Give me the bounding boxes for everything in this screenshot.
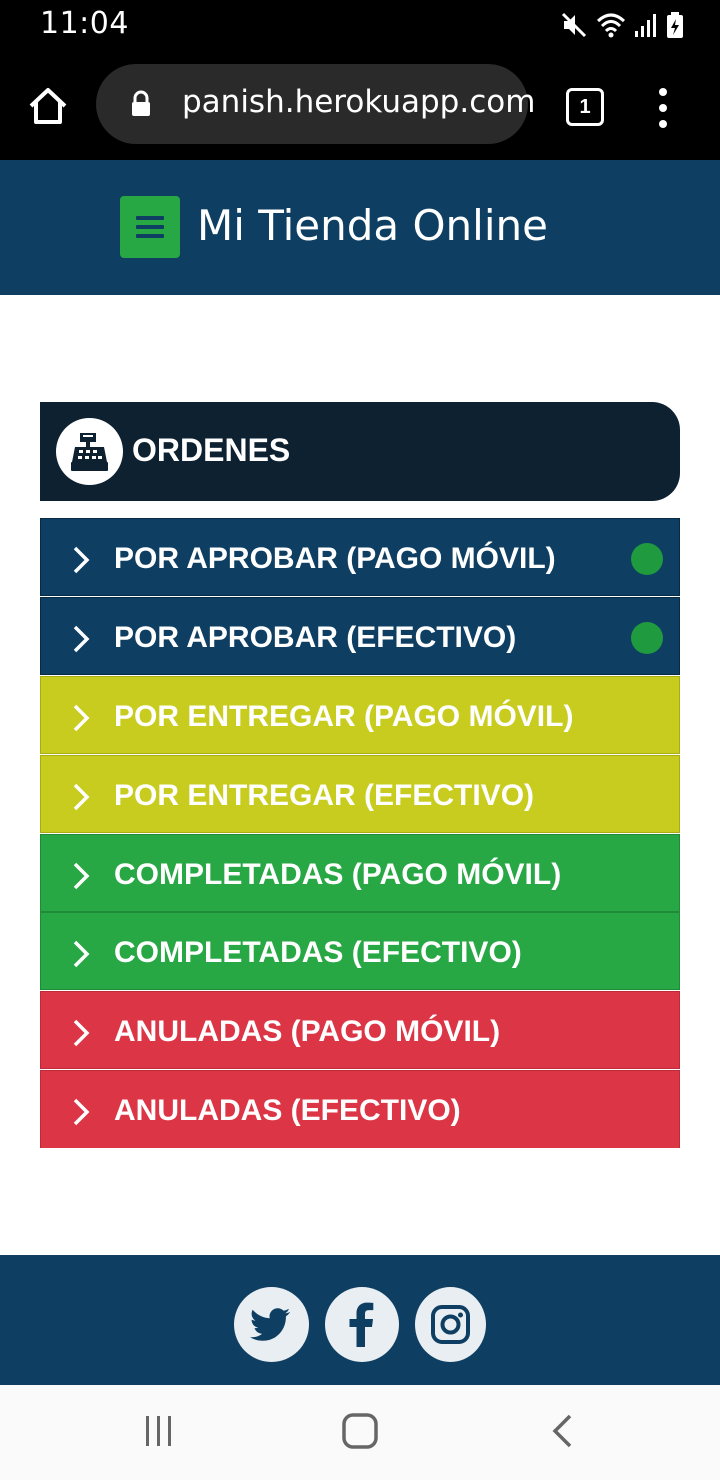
order-row[interactable]: ANULADAS (EFECTIVO)	[40, 1070, 680, 1148]
instagram-icon	[431, 1305, 470, 1344]
orders-header: ORDENES	[40, 402, 680, 501]
order-row[interactable]: POR ENTREGAR (PAGO MÓVIL)	[40, 676, 680, 754]
twitter-link[interactable]	[234, 1287, 309, 1362]
chevron-right-icon	[73, 783, 90, 811]
cash-register-icon-badge	[56, 418, 123, 485]
order-row-label: POR APROBAR (PAGO MÓVIL)	[114, 542, 556, 575]
chevron-right-icon	[73, 862, 90, 890]
home-nav-icon[interactable]	[342, 1413, 378, 1449]
twitter-icon	[250, 1308, 290, 1341]
wifi-icon	[596, 13, 626, 38]
order-row[interactable]: POR ENTREGAR (EFECTIVO)	[40, 755, 680, 833]
menu-button[interactable]	[120, 196, 180, 258]
orders-title: ORDENES	[132, 432, 291, 468]
browser-toolbar: panish.herokuapp.com 1	[0, 50, 720, 160]
chevron-right-icon	[73, 625, 90, 653]
status-indicator-dot	[631, 543, 663, 575]
signal-icon	[635, 14, 656, 37]
url-text[interactable]: panish.herokuapp.com	[182, 84, 535, 120]
chevron-right-icon	[73, 1098, 90, 1126]
recent-apps-icon[interactable]	[144, 1415, 174, 1447]
brand-title[interactable]: Mi Tienda Online	[197, 201, 548, 250]
chevron-right-icon	[73, 940, 90, 968]
order-row[interactable]: COMPLETADAS (PAGO MÓVIL)	[40, 834, 680, 912]
chevron-right-icon	[73, 546, 90, 574]
facebook-icon	[349, 1302, 374, 1347]
system-nav-bar	[0, 1385, 720, 1480]
order-row[interactable]: ANULADAS (PAGO MÓVIL)	[40, 991, 680, 1069]
status-bar: 11:04	[0, 0, 720, 50]
order-row-label: ANULADAS (EFECTIVO)	[114, 1094, 461, 1127]
status-indicator-dot	[631, 622, 663, 654]
order-row-label: POR APROBAR (EFECTIVO)	[114, 621, 517, 654]
instagram-link[interactable]	[415, 1287, 486, 1362]
chevron-right-icon	[73, 704, 90, 732]
order-row[interactable]: POR APROBAR (PAGO MÓVIL)	[40, 518, 680, 596]
lock-icon	[132, 90, 150, 116]
facebook-link[interactable]	[325, 1287, 399, 1362]
mute-icon	[561, 12, 587, 38]
address-bar[interactable]: panish.herokuapp.com	[96, 64, 535, 144]
order-row-label: POR ENTREGAR (PAGO MÓVIL)	[114, 700, 574, 733]
order-row-label: POR ENTREGAR (EFECTIVO)	[114, 779, 535, 812]
footer	[0, 1255, 720, 1385]
more-options-icon[interactable]	[656, 88, 670, 128]
order-row[interactable]: POR APROBAR (EFECTIVO)	[40, 597, 680, 675]
app-header: Mi Tienda Online	[0, 160, 720, 295]
cash-register-icon	[71, 433, 108, 471]
home-icon[interactable]	[26, 84, 70, 128]
clock: 11:04	[40, 6, 129, 41]
back-nav-icon[interactable]	[550, 1413, 574, 1449]
tab-switcher-button[interactable]: 1	[566, 88, 604, 126]
chevron-right-icon	[73, 1019, 90, 1047]
order-row-label: COMPLETADAS (EFECTIVO)	[114, 936, 522, 969]
order-row-label: ANULADAS (PAGO MÓVIL)	[114, 1015, 501, 1048]
order-row-label: COMPLETADAS (PAGO MÓVIL)	[114, 858, 562, 891]
order-row[interactable]: COMPLETADAS (EFECTIVO)	[40, 912, 680, 990]
status-icons	[560, 10, 684, 40]
battery-icon	[667, 12, 683, 38]
